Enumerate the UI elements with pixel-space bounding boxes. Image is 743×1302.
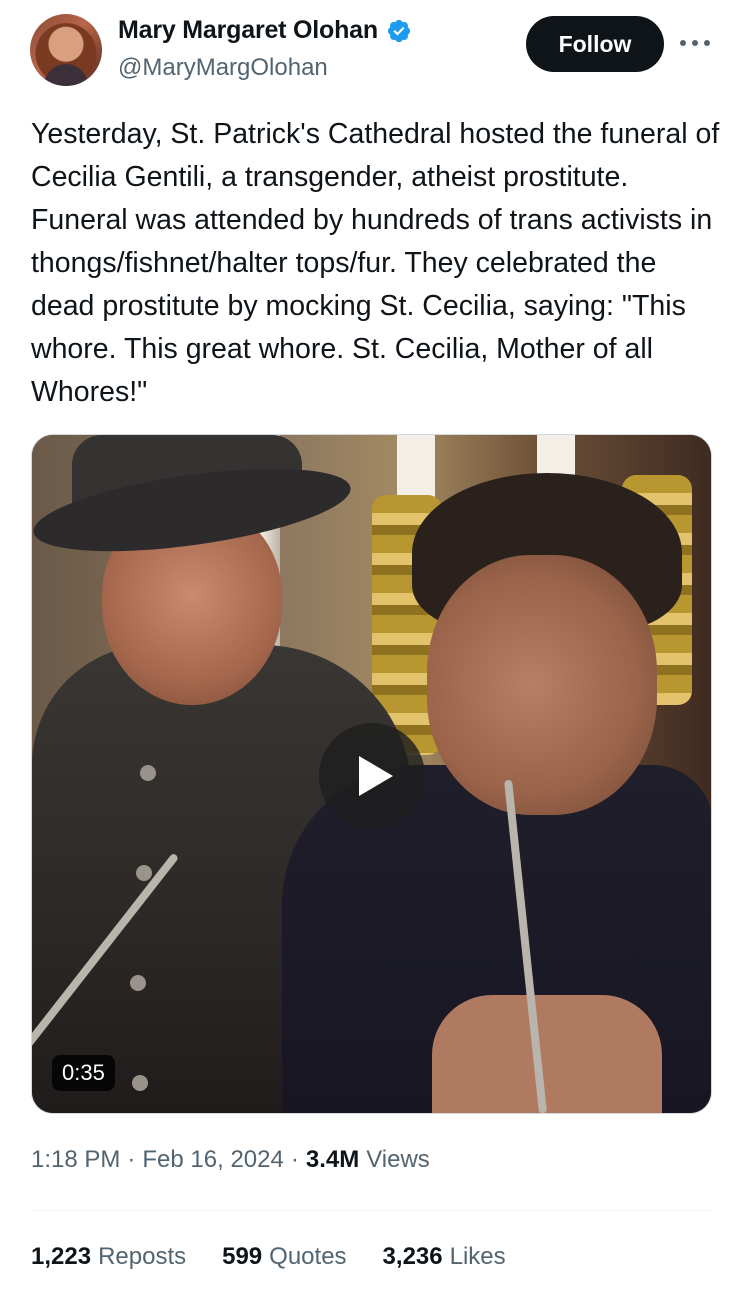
views-label: Views — [366, 1146, 430, 1173]
reposts-label: Reposts — [98, 1243, 187, 1270]
likes-label: Likes — [449, 1243, 506, 1270]
avatar[interactable] — [30, 14, 102, 86]
quotes-label: Quotes — [269, 1243, 347, 1270]
more-horizontal-icon[interactable] — [680, 28, 710, 58]
separator-dot: · — [127, 1146, 136, 1173]
video-player[interactable]: 0:35 — [31, 434, 712, 1114]
tweet-text: Yesterday, St. Patrick's Cathedral hoste… — [31, 118, 728, 408]
quotes-stat[interactable]: 599 Quotes — [222, 1243, 346, 1271]
tweet-header: Mary Margaret Olohan @MaryMargOlohan Fol… — [0, 0, 743, 100]
video-duration-badge: 0:35 — [52, 1055, 115, 1091]
user-handle[interactable]: @MaryMargOlohan — [118, 54, 328, 82]
verified-badge-icon — [387, 19, 411, 42]
engagement-stats: 1,223 Reposts 599 Quotes 3,236 Likes — [31, 1243, 542, 1271]
play-icon — [359, 756, 393, 796]
views-count: 3.4M — [305, 1146, 360, 1173]
tweet-meta: 1:18 PM · Feb 16, 2024 · 3.4M Views — [31, 1146, 430, 1174]
quotes-count: 599 — [222, 1243, 263, 1270]
name-row: Mary Margaret Olohan — [118, 16, 412, 45]
display-name[interactable]: Mary Margaret Olohan — [118, 16, 378, 45]
tweet-time[interactable]: 1:18 PM — [31, 1146, 120, 1174]
follow-button[interactable]: Follow — [526, 16, 664, 72]
separator-dot: · — [290, 1146, 299, 1173]
divider — [31, 1210, 712, 1211]
play-button[interactable] — [319, 723, 425, 829]
reposts-stat[interactable]: 1,223 Reposts — [31, 1243, 186, 1271]
likes-count: 3,236 — [382, 1243, 443, 1270]
reposts-count: 1,223 — [31, 1243, 92, 1270]
tweet-date[interactable]: Feb 16, 2024 — [142, 1146, 283, 1174]
likes-stat[interactable]: 3,236 Likes — [383, 1243, 506, 1271]
